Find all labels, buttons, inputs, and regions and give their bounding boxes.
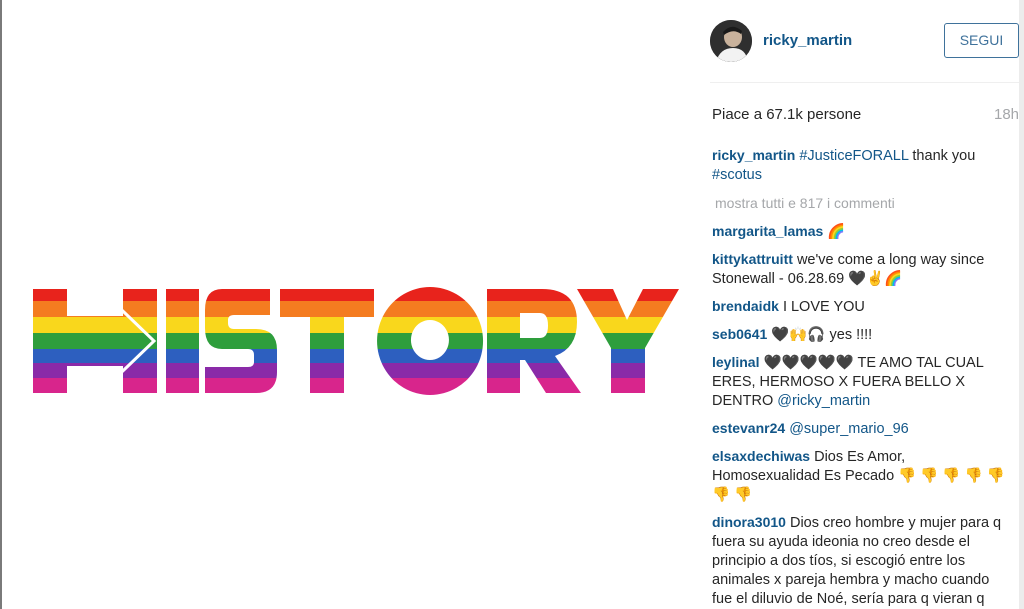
divider: [710, 82, 1019, 83]
caption-hashtag[interactable]: #scotus: [712, 167, 762, 183]
rainbow-band-orange: [33, 301, 679, 317]
comment-username[interactable]: margarita_lamas: [712, 223, 823, 239]
likes-count[interactable]: Piace a 67.1k persone: [712, 106, 861, 123]
show-all-comments-link[interactable]: mostra tutti e 817 i commenti: [715, 194, 1012, 213]
post-timestamp[interactable]: 18h: [994, 106, 1019, 123]
rainbow-band-blue: [33, 349, 679, 363]
profile-photo-icon: [710, 20, 752, 62]
comment-text: 🖤🙌🎧 yes !!!!: [771, 327, 873, 343]
comment-text: I LOVE YOU: [782, 299, 865, 315]
window-right-border: [1019, 0, 1024, 609]
caption-username[interactable]: ricky_martin: [712, 147, 795, 163]
comment: margarita_lamas 🌈: [712, 222, 1012, 242]
avatar[interactable]: [710, 20, 752, 62]
comment: leylinal 🖤🖤🖤🖤🖤 TE AMO TAL CUAL ERES, HER…: [712, 353, 1012, 411]
comment-username[interactable]: brendaidk: [712, 298, 779, 314]
comment: estevanr24 @super_mario_96: [712, 419, 1012, 439]
comment-mention[interactable]: @super_mario_96: [789, 421, 909, 437]
history-rainbow-graphic: [33, 287, 679, 395]
comment-username[interactable]: seb0641: [712, 326, 767, 342]
caption-text: thank you: [912, 148, 976, 164]
post-image[interactable]: [2, 0, 692, 609]
comment-username[interactable]: kittykattruitt: [712, 251, 793, 267]
rainbow-band-green: [33, 333, 679, 349]
comment-username[interactable]: elsaxdechiwas: [712, 448, 810, 464]
author-username[interactable]: ricky_martin: [763, 32, 852, 49]
comment: elsaxdechiwas Dios Es Amor, Homosexualid…: [712, 447, 1012, 505]
post-caption: ricky_martin #JusticeFORALL thank you #s…: [712, 146, 1012, 185]
comments-list: ricky_martin #JusticeFORALL thank you #s…: [712, 146, 1012, 609]
comment: brendaidk I LOVE YOU: [712, 297, 1012, 317]
post-header: ricky_martin SEGUI: [710, 20, 1019, 64]
caption-hashtag[interactable]: #JusticeFORALL: [799, 148, 908, 164]
comment: kittykattruitt we've come a long way sin…: [712, 250, 1012, 289]
comment-text: 🌈: [827, 224, 846, 240]
comment-mention[interactable]: @ricky_martin: [777, 393, 870, 409]
follow-button[interactable]: SEGUI: [944, 23, 1019, 58]
comment: seb0641 🖤🙌🎧 yes !!!!: [712, 325, 1012, 345]
comment: dinora3010 Dios creo hombre y mujer para…: [712, 513, 1012, 609]
rainbow-band-yellow: [33, 317, 679, 333]
comment-username[interactable]: dinora3010: [712, 514, 786, 530]
rainbow-band-purple: [33, 363, 679, 378]
comment-username[interactable]: estevanr24: [712, 420, 785, 436]
comment-username[interactable]: leylinal: [712, 354, 759, 370]
post-sidebar: ricky_martin SEGUI Piace a 67.1k persone…: [692, 0, 1019, 609]
